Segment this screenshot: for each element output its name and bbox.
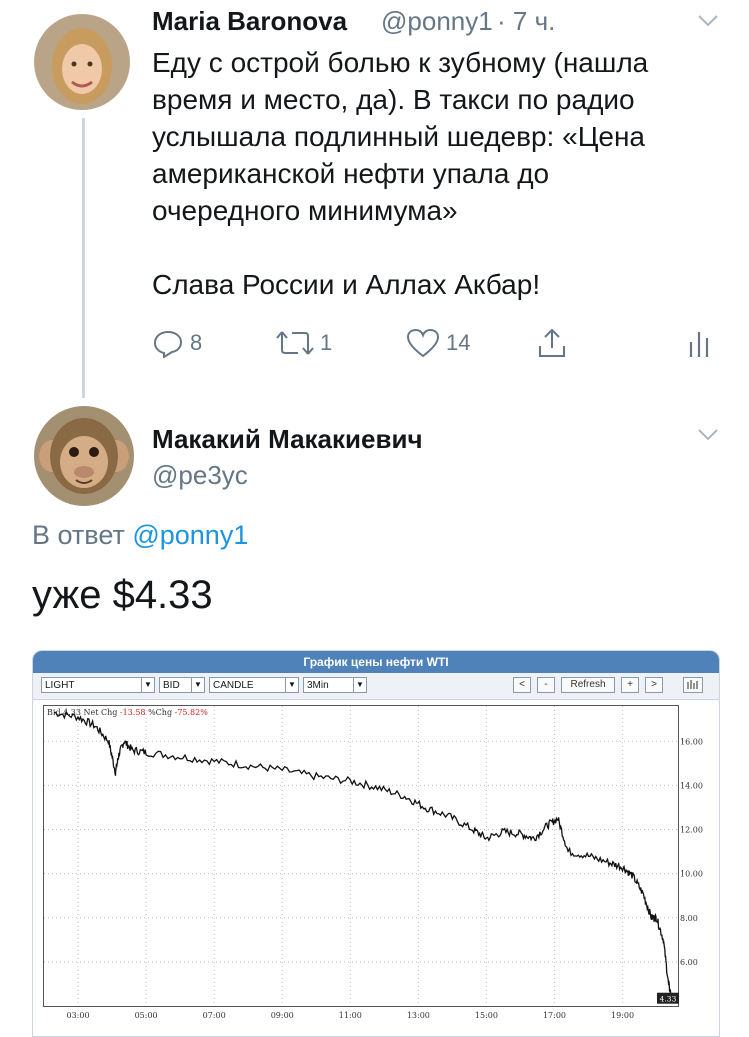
like-count: 14 — [446, 330, 471, 355]
tweet-text-line: Еду с острой болью к зубному (нашла — [152, 47, 649, 78]
avatar-monkey[interactable] — [34, 406, 134, 506]
x-tick-label: 11:00 — [339, 1011, 362, 1020]
x-tick-label: 13:00 — [407, 1011, 430, 1020]
tweet-text-line: очередного минимума» — [152, 195, 458, 226]
reply-prefix: В ответ — [32, 520, 125, 550]
x-tick-label: 07:00 — [203, 1011, 226, 1020]
y-tick-label: 8.00 — [680, 914, 698, 923]
last-price-label: 4.33 — [660, 995, 677, 1004]
retweet-button[interactable]: 1 — [276, 326, 332, 360]
reply-button[interactable]: 8 — [152, 326, 202, 360]
y-tick-label: 16.00 — [680, 737, 703, 746]
tweet-text-line: американской нефти упала до — [152, 158, 550, 189]
analytics-icon — [689, 332, 709, 357]
thread-connector — [82, 118, 85, 398]
retweet-icon — [276, 331, 314, 355]
share-icon — [539, 328, 565, 357]
tweet-text: Еду с острой болью к зубному (нашла врем… — [152, 44, 732, 303]
reply-count: 8 — [190, 330, 203, 355]
author-handle[interactable]: @pe3yc — [152, 460, 248, 491]
chevron-down-icon[interactable] — [697, 14, 719, 28]
heart-icon — [406, 328, 440, 358]
x-tick-label: 17:00 — [543, 1011, 566, 1020]
retweet-count: 1 — [320, 330, 333, 355]
analytics-button[interactable] — [688, 326, 710, 360]
y-tick-label: 14.00 — [680, 781, 703, 790]
reply-context: В ответ @ponny1 — [32, 520, 248, 551]
avatar-image — [34, 14, 130, 110]
share-button[interactable] — [536, 326, 568, 360]
reply-handle-link[interactable]: @ponny1 — [132, 520, 248, 550]
like-button[interactable]: 14 — [406, 326, 470, 360]
price-series-line — [54, 710, 673, 999]
reply-icon — [153, 330, 183, 358]
x-tick-label: 19:00 — [611, 1011, 634, 1020]
price-chart: 03:00 05:00 07:00 09:00 11:00 13:00 15:00 17:00… — [44, 706, 703, 1020]
chart-image[interactable]: График цены нефти WTI LIGHT ▼ BID ▼ CANDLE… — [32, 650, 720, 1037]
y-tick-label: 6.00 — [680, 958, 698, 967]
x-tick-label: 05:00 — [135, 1011, 158, 1020]
y-tick-label: 12.00 — [680, 826, 703, 835]
tweet-text-line: время и место, да). В такси по радио — [152, 84, 635, 115]
tweet-text-line: услышала подлинный шедевр: «Цена — [152, 121, 646, 152]
tweet-time[interactable]: · 7 ч. — [497, 6, 555, 37]
chevron-down-icon[interactable] — [697, 428, 719, 442]
author-name[interactable]: Макакий Макакиевич — [152, 424, 423, 455]
avatar-image — [34, 406, 134, 506]
x-tick-label: 09:00 — [271, 1011, 294, 1020]
tweet-text: уже $4.33 — [32, 573, 213, 617]
x-tick-label: 03:00 — [67, 1011, 90, 1020]
avatar-maria[interactable] — [34, 14, 130, 110]
x-tick-label: 15:00 — [475, 1011, 498, 1020]
author-name[interactable]: Maria Baronova — [152, 6, 347, 37]
tweet-text-line: Слава России и Аллах Акбар! — [152, 269, 541, 300]
y-tick-label: 10.00 — [680, 870, 703, 879]
author-handle[interactable]: @ponny1 — [381, 6, 493, 37]
